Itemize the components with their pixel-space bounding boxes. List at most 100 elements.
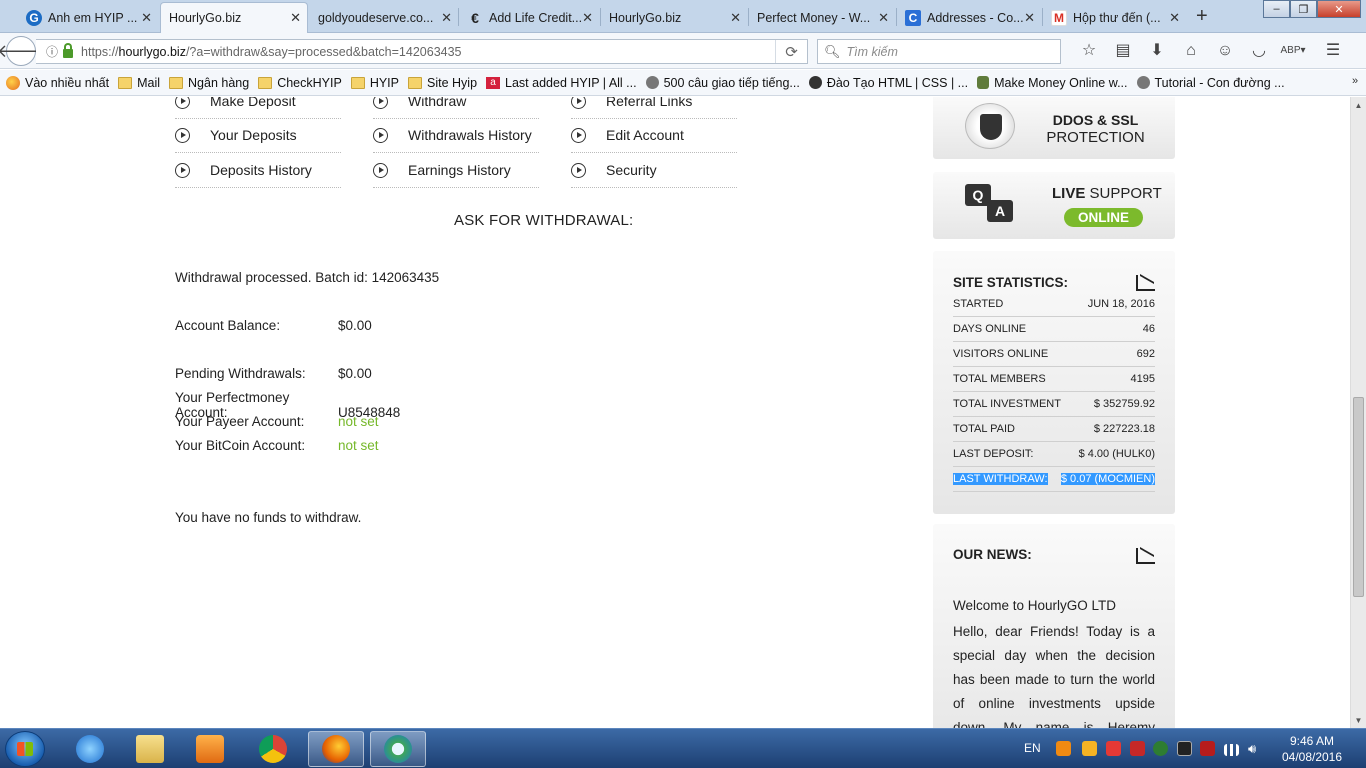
tab-anh-em-hyip[interactable]: G Anh em HYIP ... ✕ [18,3,158,33]
tray-display-icon[interactable] [1177,741,1192,756]
close-tab-icon[interactable]: ✕ [878,10,889,26]
bookmark-star-icon[interactable]: ☆ [1072,41,1106,61]
taskbar-media-player[interactable] [182,731,238,767]
menu-make-deposit[interactable]: Make Deposit [175,97,341,119]
bookmark-item[interactable]: Tutorial - Con đường ... [1136,76,1285,90]
bookmark-label: 500 câu giao tiếp tiếng... [663,75,800,90]
close-tab-icon[interactable]: ✕ [582,10,593,26]
menu-icon[interactable]: ☰ [1316,41,1350,61]
adblock-icon[interactable]: ABP▾ [1276,41,1310,61]
back-button[interactable]: 🡐 [0,36,45,66]
close-tab-icon[interactable]: ✕ [290,10,301,26]
stat-label: TOTAL PAID [953,423,1015,435]
download-icon[interactable]: ⬇ [1140,41,1174,61]
language-indicator[interactable]: EN [1024,741,1041,755]
menu-withdraw[interactable]: Withdraw [373,97,539,119]
news-body: Hello, dear Friends! Today is a special … [953,624,1155,728]
system-clock[interactable]: 9:46 AM 04/08/2016 [1276,733,1348,765]
tab-gmail[interactable]: M Hộp thư đến (... ✕ [1043,3,1186,33]
tray-app-icon[interactable] [1082,741,1097,756]
ddos-line-2: PROTECTION [1046,129,1145,146]
tab-add-life-credit[interactable]: € Add Life Credit... ✕ [459,3,599,33]
bitcoin-account-row: Your BitCoin Account: not set [175,438,379,453]
info-icon[interactable]: ⓘ [46,43,58,60]
new-tab-button[interactable]: + [1196,5,1208,28]
tab-goldyoudeserve[interactable]: goldyoudeserve.co... ✕ [310,3,458,33]
stat-label: VISITORS ONLINE [953,348,1049,360]
bookmark-item[interactable]: 500 câu giao tiếp tiếng... [645,75,800,90]
ddos-protection-banner[interactable]: DDOS & SSL PROTECTION [933,97,1175,159]
close-tab-icon[interactable]: ✕ [441,10,452,26]
menu-your-deposits[interactable]: Your Deposits [175,118,341,153]
bookmark-item[interactable]: HYIP [350,76,399,90]
taskbar-chrome[interactable] [245,731,301,767]
chart-icon [1136,548,1155,564]
menu-security[interactable]: Security [571,153,737,188]
tray-network-app-icon[interactable] [1153,741,1168,756]
live-support-banner[interactable]: QA LIVE SUPPORT ONLINE [933,172,1175,239]
page-scrollbar[interactable]: ▲ ▼ [1350,97,1366,728]
bookmark-item[interactable]: Make Money Online w... [977,76,1128,90]
taskbar-explorer[interactable] [122,731,178,767]
bookmark-item[interactable]: Site Hyip [408,76,477,90]
menu-earnings-history[interactable]: Earnings History [373,153,539,188]
bookmark-item[interactable]: Vào nhiều nhất [6,75,109,90]
close-window-button[interactable]: ✕ [1317,0,1361,18]
reload-icon[interactable]: ⟳ [775,40,807,63]
close-tab-icon[interactable]: ✕ [1024,10,1035,26]
windows-taskbar: EN 🔊︎ 9:46 AM 04/08/2016 [0,728,1366,768]
close-tab-icon[interactable]: ✕ [730,10,741,26]
reading-list-icon[interactable]: ▤ [1106,41,1140,61]
anti-ddos-shield-icon [965,103,1015,149]
taskbar-firefox[interactable] [308,731,364,767]
tray-antivirus-icon[interactable] [1106,741,1121,756]
minimize-button[interactable]: ‒ [1263,0,1290,18]
tab-perfect-money[interactable]: Perfect Money - W... ✕ [749,3,895,33]
no-funds-message: You have no funds to withdraw. [175,510,362,525]
network-signal-icon[interactable] [1224,744,1239,756]
tray-remove-hardware-icon[interactable] [1200,741,1215,756]
scroll-up-icon[interactable]: ▲ [1351,97,1366,113]
globe-icon [1136,76,1150,89]
close-tab-icon[interactable]: ✕ [1169,10,1180,26]
pocket-icon[interactable]: ◡ [1242,41,1276,61]
stat-row: TOTAL MEMBERS 4195 [953,367,1155,392]
menu-referral-links[interactable]: Referral Links [571,97,737,119]
web-page: Make Deposit Withdraw Referral Links You… [0,97,1350,728]
bookmark-item[interactable]: Mail [118,76,160,90]
tab-label: Anh em HYIP ... [48,11,138,25]
taskbar-internet-explorer[interactable] [62,731,118,767]
tray-shield-icon[interactable] [1130,741,1145,756]
bookmark-item[interactable]: CheckHYIP [258,76,342,90]
menu-deposits-history[interactable]: Deposits History [175,153,341,188]
maximize-button[interactable]: ❐ [1290,0,1317,18]
tab-hourlygo-active[interactable]: HourlyGo.biz ✕ [160,2,308,33]
bookmark-item[interactable]: a Last added HYIP | All ... [486,76,637,90]
close-tab-icon[interactable]: ✕ [141,10,152,26]
menu-edit-account[interactable]: Edit Account [571,118,737,153]
lock-icon[interactable] [63,42,74,58]
volume-icon[interactable]: 🔊︎ [1248,741,1263,756]
smiley-icon[interactable]: ☺ [1208,41,1242,61]
site-favicon-icon [808,76,822,89]
home-icon[interactable]: ⌂ [1174,41,1208,61]
menu-withdrawals-history[interactable]: Withdrawals History [373,118,539,153]
taskbar-coccoc[interactable] [370,731,426,767]
folder-icon [136,735,164,763]
bookmarks-overflow-icon[interactable]: » [1352,75,1358,87]
scroll-down-icon[interactable]: ▼ [1351,712,1366,728]
stat-label: TOTAL INVESTMENT [953,398,1061,410]
tab-addresses[interactable]: C Addresses - Co... ✕ [897,3,1041,33]
folder-icon [258,76,273,89]
bookmark-item[interactable]: Ngân hàng [169,76,249,90]
scrollbar-thumb[interactable] [1353,397,1364,597]
search-input[interactable]: 🔍︎ Tìm kiếm [817,39,1061,64]
tray-app-icon[interactable] [1056,741,1071,756]
start-button[interactable] [5,731,45,767]
search-placeholder: Tìm kiếm [846,44,898,59]
circle-arrow-icon [175,97,190,109]
circle-arrow-icon [373,127,388,143]
address-bar[interactable]: ⓘ https://hourlygo.biz/?a=withdraw&say=p… [36,39,808,64]
tab-hourlygo-2[interactable]: HourlyGo.biz ✕ [601,3,747,33]
bookmark-item[interactable]: Đào Tạo HTML | CSS | ... [808,76,968,90]
